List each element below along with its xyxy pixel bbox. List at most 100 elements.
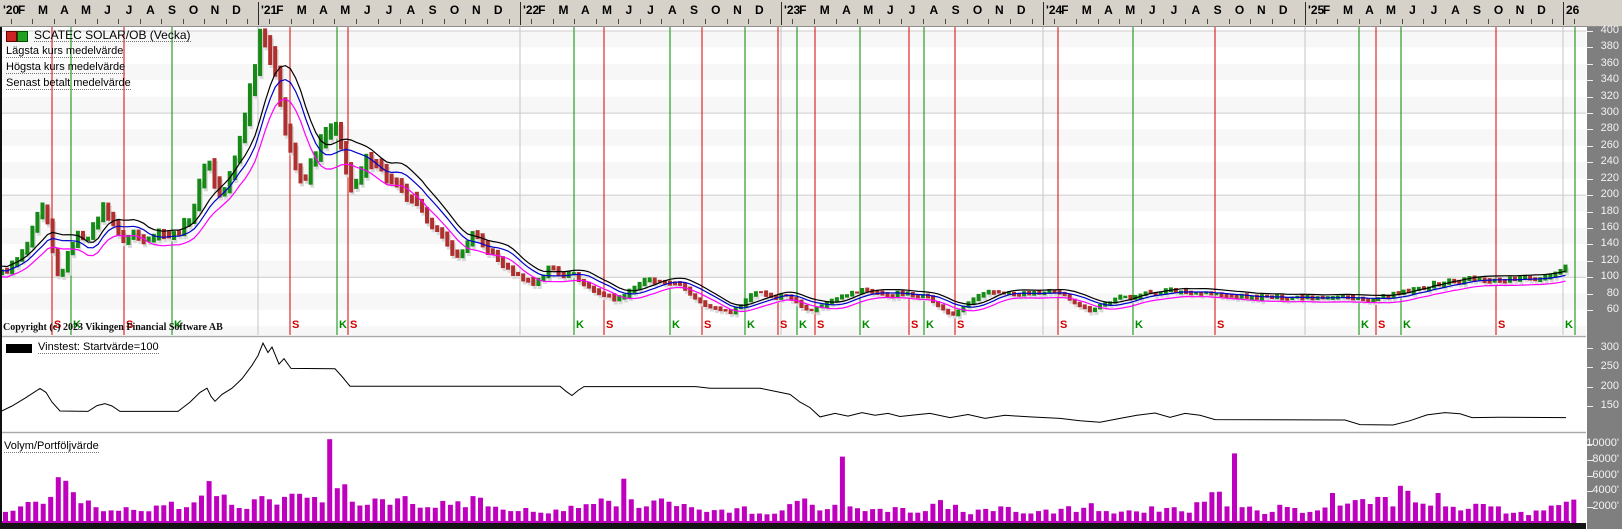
month-tick [1337,19,1338,24]
volume-panel[interactable]: Volym/Portföljvärde [0,434,1586,523]
volume-chart[interactable] [0,434,1586,523]
month-label: S [168,3,176,17]
axis-tick-label: 140 [1601,237,1619,249]
month-tick [1098,19,1099,24]
month-tick [748,19,749,24]
legend-senast-betalt: Senast betalt medelvärde [6,77,131,90]
month-tick [1207,19,1208,24]
month-label: M [1343,3,1353,17]
month-tick [923,19,924,24]
axis-tick [1587,367,1593,368]
axis-tick [1587,228,1593,229]
svg-text:K: K [1403,319,1411,331]
month-tick [1574,19,1575,24]
month-tick [334,19,335,24]
candle-red-icon [6,31,17,42]
month-tick [183,19,184,24]
month-tick [1316,19,1317,24]
month-label: J [1149,3,1156,17]
month-label: A [146,3,155,17]
volume-label: Volym/Portföljvärde [4,440,99,453]
axis-tick-label: 380 [1601,40,1619,52]
year-label: '21 [261,3,277,17]
time-axis[interactable]: '20FMAMJJASOND'21FMAMJJASOND'22FMAMJJASO… [0,0,1622,27]
price-chart[interactable]: SKSKSKSKSKSKSKSKSKSSKSKSKSK [0,27,1586,335]
year-label: 26 [1566,3,1579,17]
month-tick [1076,19,1077,24]
svg-text:K: K [926,319,934,331]
profit-legend-icon [6,344,32,353]
month-label: M [1082,3,1092,17]
candles [0,28,1569,319]
month-label: D [1537,3,1546,17]
month-label: J [887,3,894,17]
month-label: A [406,3,415,17]
axis-tick [1587,348,1593,349]
month-label: M [820,3,830,17]
axis-tick-label: 280 [1601,122,1619,134]
month-tick [444,19,445,24]
month-tick [247,19,248,24]
axis-tick [1587,212,1593,213]
month-tick [378,19,379,24]
month-tick [618,19,619,24]
month-label: M [297,3,307,17]
axis-tick-label: 200 [1601,380,1619,392]
svg-text:K: K [339,319,347,331]
month-label: J [625,3,632,17]
axis-tick-label: 60 [1607,303,1619,315]
svg-text:K: K [1135,319,1143,331]
month-label: M [1125,3,1135,17]
month-label: A [929,3,938,17]
month-tick [1229,19,1230,24]
value-axis[interactable]: 4003803603403203002802602402202001801601… [1586,27,1622,529]
month-label: M [340,3,350,17]
month-tick [356,19,357,24]
instrument-title: SCATEC SOLAR/OB (Vecka) [34,29,191,42]
month-tick [291,19,292,24]
candle-green-icon [17,31,28,42]
month-label: F [276,3,283,17]
svg-text:S: S [606,319,613,331]
month-tick [1445,19,1446,24]
svg-text:K: K [1565,319,1573,331]
month-tick [1466,19,1467,24]
month-tick [140,19,141,24]
month-tick [465,19,466,24]
month-label: J [386,3,393,17]
month-tick [967,19,968,24]
month-tick [596,19,597,24]
year-label: '20 [3,3,19,17]
month-label: A [319,3,328,17]
month-label: A [1451,3,1460,17]
price-panel[interactable]: SKSKSKSKSKSKSKSKSKSSKSKSKSK SCATEC SOLAR… [0,27,1586,335]
month-tick [269,19,270,24]
month-label: D [755,3,764,17]
month-tick [1552,19,1553,24]
month-tick [574,19,575,24]
svg-text:S: S [1498,319,1505,331]
profit-test-chart[interactable] [0,338,1586,431]
month-tick [1423,19,1424,24]
month-tick [1509,19,1510,24]
volume-legend: Volym/Portföljvärde [4,436,99,454]
month-tick [814,19,815,24]
month-label: F [1061,3,1068,17]
year-tick [781,2,782,25]
axis-tick-label: 240 [1601,155,1619,167]
month-tick [313,19,314,24]
month-tick [11,19,12,24]
axis-tick-label: 150 [1601,399,1619,411]
axis-tick [1587,113,1593,114]
month-tick [1380,19,1381,24]
svg-text:S: S [780,319,787,331]
month-label: J [104,3,111,17]
year-tick [1043,2,1044,25]
bottom-edge [0,523,1586,529]
month-label: J [1431,3,1438,17]
svg-text:K: K [672,319,680,331]
month-label: A [1191,3,1200,17]
month-tick [640,19,641,24]
axis-tick-label: 2000' [1592,500,1619,512]
profit-test-panel[interactable]: Vinstest: Startvärde=100 [0,338,1586,431]
